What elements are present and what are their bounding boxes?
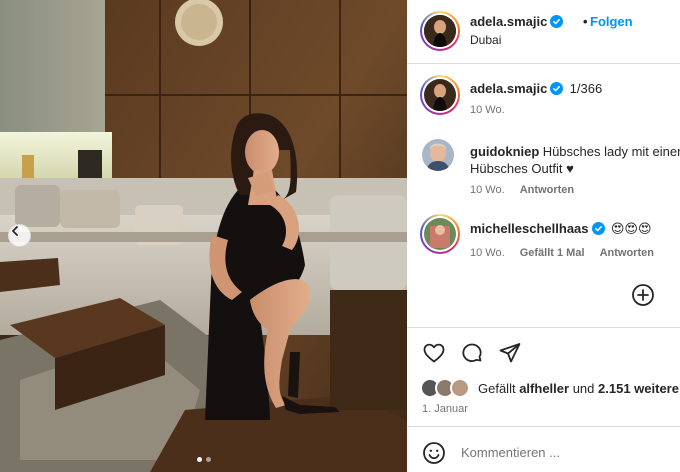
author-avatar[interactable] [420,11,460,51]
divider [407,426,680,427]
comment-1-age: 10 Wo. [470,184,505,196]
carousel-dot-2[interactable] [205,457,211,462]
commenter-avatar[interactable] [422,139,454,171]
comment-2-username[interactable]: michelleschellhaas [470,221,589,236]
carousel-dot-1[interactable] [196,457,202,462]
comment-bubble-icon[interactable] [460,341,484,365]
follow-button[interactable]: Folgen [590,14,633,29]
verified-badge-icon [550,82,564,95]
author-photo-icon [424,15,456,47]
like-heart-icon[interactable] [422,341,446,365]
post-date[interactable]: 1. Januar [422,403,468,415]
caption-age: 10 Wo. [470,104,505,116]
commenter-photo-icon [422,139,454,171]
comment-2-line: michelleschellhaas 😍😍😍 [470,221,652,237]
verified-badge-icon [550,15,564,28]
post-location[interactable]: Dubai [470,33,501,47]
comment-input[interactable] [461,445,661,460]
likes-prefix: Gefällt [478,380,516,396]
post-photo[interactable] [0,0,407,472]
comment-1-line-1: guidokniep Hübsches lady mit einem [470,144,680,159]
caption-line: adela.smajic 1/366 [470,81,602,96]
post-side-panel: adela.smajic • Folgen Dubai adela.smajic… [407,0,680,472]
comment-2-text: 😍😍😍 [610,221,652,236]
instagram-post-dialog: adela.smajic • Folgen Dubai adela.smajic… [0,0,680,472]
verified-badge-icon [591,222,605,235]
likes-user-link[interactable]: alfheller [519,381,569,396]
liker-avatars[interactable] [420,378,472,398]
carousel-dots [0,457,407,462]
caption-username[interactable]: adela.smajic [470,81,547,96]
load-more-comments-icon[interactable] [631,283,655,307]
comment-2-age: 10 Wo. [470,247,505,259]
comment-1-text-line-2: Hübsches Outfit ♥ [470,161,574,176]
comment-2-meta: 10 Wo. Gefällt 1 Mal Antworten [470,247,654,259]
author-photo-icon [424,79,456,111]
emoji-smiley-icon[interactable] [422,441,446,465]
comment-1-text: Hübsches lady mit einem [542,144,680,159]
caption-author-avatar[interactable] [420,75,460,115]
comment-2-likes[interactable]: Gefällt 1 Mal [520,247,585,259]
liker-avatar [450,378,470,398]
comment-1-meta: 10 Wo. Antworten [470,184,574,196]
likes-conjunction: und [572,380,595,396]
likes-summary: Gefällt alfheller und 2.151 weitere P [420,378,680,398]
image-counter: 1/366 [569,81,603,96]
photo-illustration [0,0,407,472]
separator-bullet: • [583,14,588,29]
divider [407,63,680,64]
comment-1-username[interactable]: guidokniep [470,144,539,159]
share-paper-plane-icon[interactable] [498,341,522,365]
likes-count-link[interactable]: 2.151 weitere P [598,381,680,396]
commenter-photo-icon [424,218,456,250]
author-username[interactable]: adela.smajic [470,14,564,29]
previous-photo-button[interactable] [8,224,31,247]
comment-1-reply-button[interactable]: Antworten [520,184,574,196]
comment-2-reply-button[interactable]: Antworten [600,247,654,259]
divider [407,327,680,328]
commenter-avatar[interactable] [420,214,460,254]
chevron-left-icon [12,226,18,236]
